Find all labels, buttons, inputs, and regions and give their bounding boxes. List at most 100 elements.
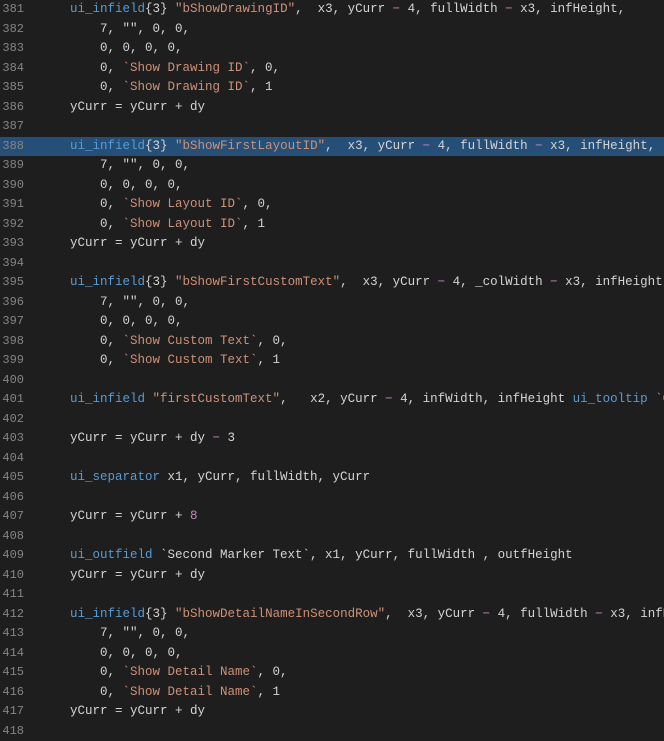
token: yCurr = yCurr + dy xyxy=(40,100,205,114)
token: ui_separator xyxy=(70,470,160,484)
token xyxy=(40,275,70,289)
line-content: yCurr = yCurr + dy xyxy=(36,98,664,117)
token: − xyxy=(393,2,401,16)
line-content: 0, `Show Drawing ID`, 0, xyxy=(36,59,664,78)
line-content xyxy=(36,722,664,741)
token: 4, infWidth, infHeight xyxy=(393,392,573,406)
line-number: 397 xyxy=(0,312,36,331)
line-number: 416 xyxy=(0,683,36,702)
line-number: 394 xyxy=(0,254,36,273)
line-number: 404 xyxy=(0,449,36,468)
line-number: 407 xyxy=(0,507,36,526)
line-number: 414 xyxy=(0,644,36,663)
line-content: ui_infield{3} "bShowDetailNameInSecondRo… xyxy=(36,605,664,624)
token: yCurr = yCurr + dy xyxy=(40,568,205,582)
code-line: 410 yCurr = yCurr + dy xyxy=(0,566,664,586)
code-line: 415 0, `Show Detail Name`, 0, xyxy=(0,663,664,683)
line-content: ui_infield{3} "bShowDrawingID", x3, yCur… xyxy=(36,0,664,19)
line-number: 392 xyxy=(0,215,36,234)
token: , x3, yCurr xyxy=(325,139,423,153)
token: {3} xyxy=(145,275,168,289)
token: 7, "" xyxy=(40,158,138,172)
token: , 1 xyxy=(258,353,281,367)
code-line: 391 0, `Show Layout ID`, 0, xyxy=(0,195,664,215)
token: 3 xyxy=(220,431,235,445)
line-content: 0, 0, 0, 0, xyxy=(36,644,664,663)
code-line: 394 xyxy=(0,254,664,274)
code-line: 414 0, 0, 0, 0, xyxy=(0,644,664,664)
token: "bShowDrawingID" xyxy=(168,2,296,16)
code-line: 384 0, `Show Drawing ID`, 0, xyxy=(0,59,664,79)
code-line: 399 0, `Show Custom Text`, 1 xyxy=(0,351,664,371)
line-number: 391 xyxy=(0,195,36,214)
line-content: 0, `Show Layout ID`, 0, xyxy=(36,195,664,214)
token: `Show Layout ID` xyxy=(123,197,243,211)
line-number: 384 xyxy=(0,59,36,78)
line-number: 390 xyxy=(0,176,36,195)
token xyxy=(40,2,70,16)
line-content xyxy=(36,585,664,604)
token: x3, infHeight, xyxy=(558,275,664,289)
token: `Show Detail Name` xyxy=(123,685,258,699)
line-content: 0, `Show Detail Name`, 0, xyxy=(36,663,664,682)
token: 0, xyxy=(40,197,123,211)
line-content: 7, "", 0, 0, xyxy=(36,624,664,643)
token: `Show Drawing ID` xyxy=(123,80,251,94)
token: 0, xyxy=(40,334,123,348)
token: − xyxy=(385,392,393,406)
token: , 0, xyxy=(258,334,288,348)
code-line: 396 7, "", 0, 0, xyxy=(0,293,664,313)
token: {3} xyxy=(145,2,168,16)
line-number: 382 xyxy=(0,20,36,39)
token: yCurr = yCurr + xyxy=(40,509,190,523)
line-content: yCurr = yCurr + dy − 3 xyxy=(36,429,664,448)
token: , 1 xyxy=(258,685,281,699)
line-number: 402 xyxy=(0,410,36,429)
line-content: 0, `Show Drawing ID`, 1 xyxy=(36,78,664,97)
line-number: 385 xyxy=(0,78,36,97)
token: , 0, 0, xyxy=(138,22,191,36)
token: 0, xyxy=(40,217,123,231)
token: − xyxy=(423,139,431,153)
code-line: 408 xyxy=(0,527,664,547)
token: "firstCustomText" xyxy=(145,392,280,406)
line-content: ui_separator x1, yCurr, fullWidth, yCurr xyxy=(36,468,664,487)
line-content: 7, "", 0, 0, xyxy=(36,293,664,312)
token: , x3, yCurr xyxy=(295,2,393,16)
token xyxy=(40,392,70,406)
line-number: 389 xyxy=(0,156,36,175)
token: "bShowFirstCustomText" xyxy=(168,275,341,289)
line-number: 387 xyxy=(0,117,36,136)
token: − xyxy=(213,431,221,445)
code-line: 400 xyxy=(0,371,664,391)
token: x3, infHeight, xyxy=(513,2,626,16)
token xyxy=(40,139,70,153)
token xyxy=(40,548,70,562)
line-number: 409 xyxy=(0,546,36,565)
code-line: 402 xyxy=(0,410,664,430)
line-content: yCurr = yCurr + 8 xyxy=(36,507,664,526)
token xyxy=(40,470,70,484)
line-content: yCurr = yCurr + dy xyxy=(36,702,664,721)
token: , 0, 0, xyxy=(138,158,191,172)
line-number: 399 xyxy=(0,351,36,370)
token: − xyxy=(505,2,513,16)
line-content: yCurr = yCurr + dy xyxy=(36,566,664,585)
line-content: 0, 0, 0, 0, xyxy=(36,176,664,195)
token: 4, fullWidth xyxy=(400,2,505,16)
code-line: 389 7, "", 0, 0, xyxy=(0,156,664,176)
line-content xyxy=(36,449,664,468)
token: , x2, yCurr xyxy=(280,392,385,406)
token: 0, xyxy=(40,685,123,699)
code-line: 405 ui_separator x1, yCurr, fullWidth, y… xyxy=(0,468,664,488)
token: `Show Detail Name` xyxy=(123,665,258,679)
token: `Second Marker Text`, x1, yCurr, fullWid… xyxy=(153,548,573,562)
token: , 1 xyxy=(250,80,273,94)
token: yCurr = yCurr + dy xyxy=(40,431,213,445)
code-line: 387 xyxy=(0,117,664,137)
code-line: 411 xyxy=(0,585,664,605)
line-content xyxy=(36,117,664,136)
line-content xyxy=(36,488,664,507)
token: x1, yCurr, fullWidth, yCurr xyxy=(160,470,370,484)
token: − xyxy=(535,139,543,153)
